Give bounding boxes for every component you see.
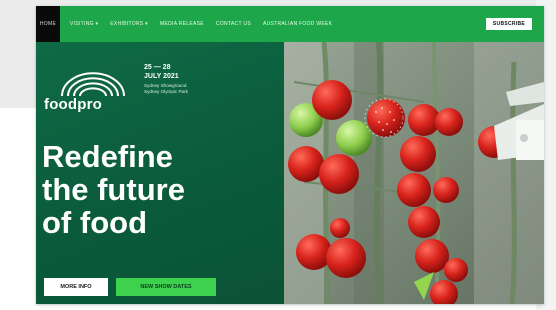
event-dates-block: 25 — 28 JULY 2021 Sydney Showground Sydn… xyxy=(144,64,188,94)
event-venue-line-1: Sydney Showground xyxy=(144,83,187,88)
hero-headline: Redefine the future of food xyxy=(42,140,185,239)
event-venue-line-2: Sydney Olympic Park xyxy=(144,89,188,94)
event-date-range: 25 — 28 xyxy=(144,64,171,71)
nav-visiting[interactable]: VISITING ▾ xyxy=(70,21,98,27)
headline-line-2: the future xyxy=(42,172,185,207)
more-info-button[interactable]: MORE INFO xyxy=(44,278,108,296)
top-navigation-bar: HOME VISITING ▾ EXHIBITORS ▾ MEDIA RELEA… xyxy=(36,6,544,42)
subscribe-button[interactable]: SUBSCRIBE xyxy=(486,18,532,30)
logo-wordmark: foodpro xyxy=(44,96,103,113)
nav-contact-us[interactable]: CONTACT US xyxy=(216,21,251,27)
foodpro-logo[interactable]: foodpro xyxy=(44,70,126,118)
nav-exhibitors[interactable]: EXHIBITORS ▾ xyxy=(110,21,148,27)
new-show-dates-button[interactable]: NEW SHOW DATES xyxy=(116,278,216,296)
foodpro-website: HOME VISITING ▾ EXHIBITORS ▾ MEDIA RELEA… xyxy=(36,6,544,304)
hero-left-panel: foodpro 25 — 28 JULY 2021 Sydney Showgro… xyxy=(36,42,284,304)
logo-arcs-icon xyxy=(61,72,125,97)
hero-tomato-image xyxy=(284,42,544,304)
headline-line-3: of food xyxy=(42,205,148,240)
headline-line-1: Redefine xyxy=(42,139,173,174)
nav-media-release[interactable]: MEDIA RELEASE xyxy=(160,21,204,27)
tomato-vine-illustration xyxy=(284,42,544,304)
event-month-year: JULY 2021 xyxy=(144,73,179,80)
nav-australian-food-week[interactable]: AUSTRALIAN FOOD WEEK xyxy=(263,21,332,27)
nav-home[interactable]: HOME xyxy=(36,6,60,42)
